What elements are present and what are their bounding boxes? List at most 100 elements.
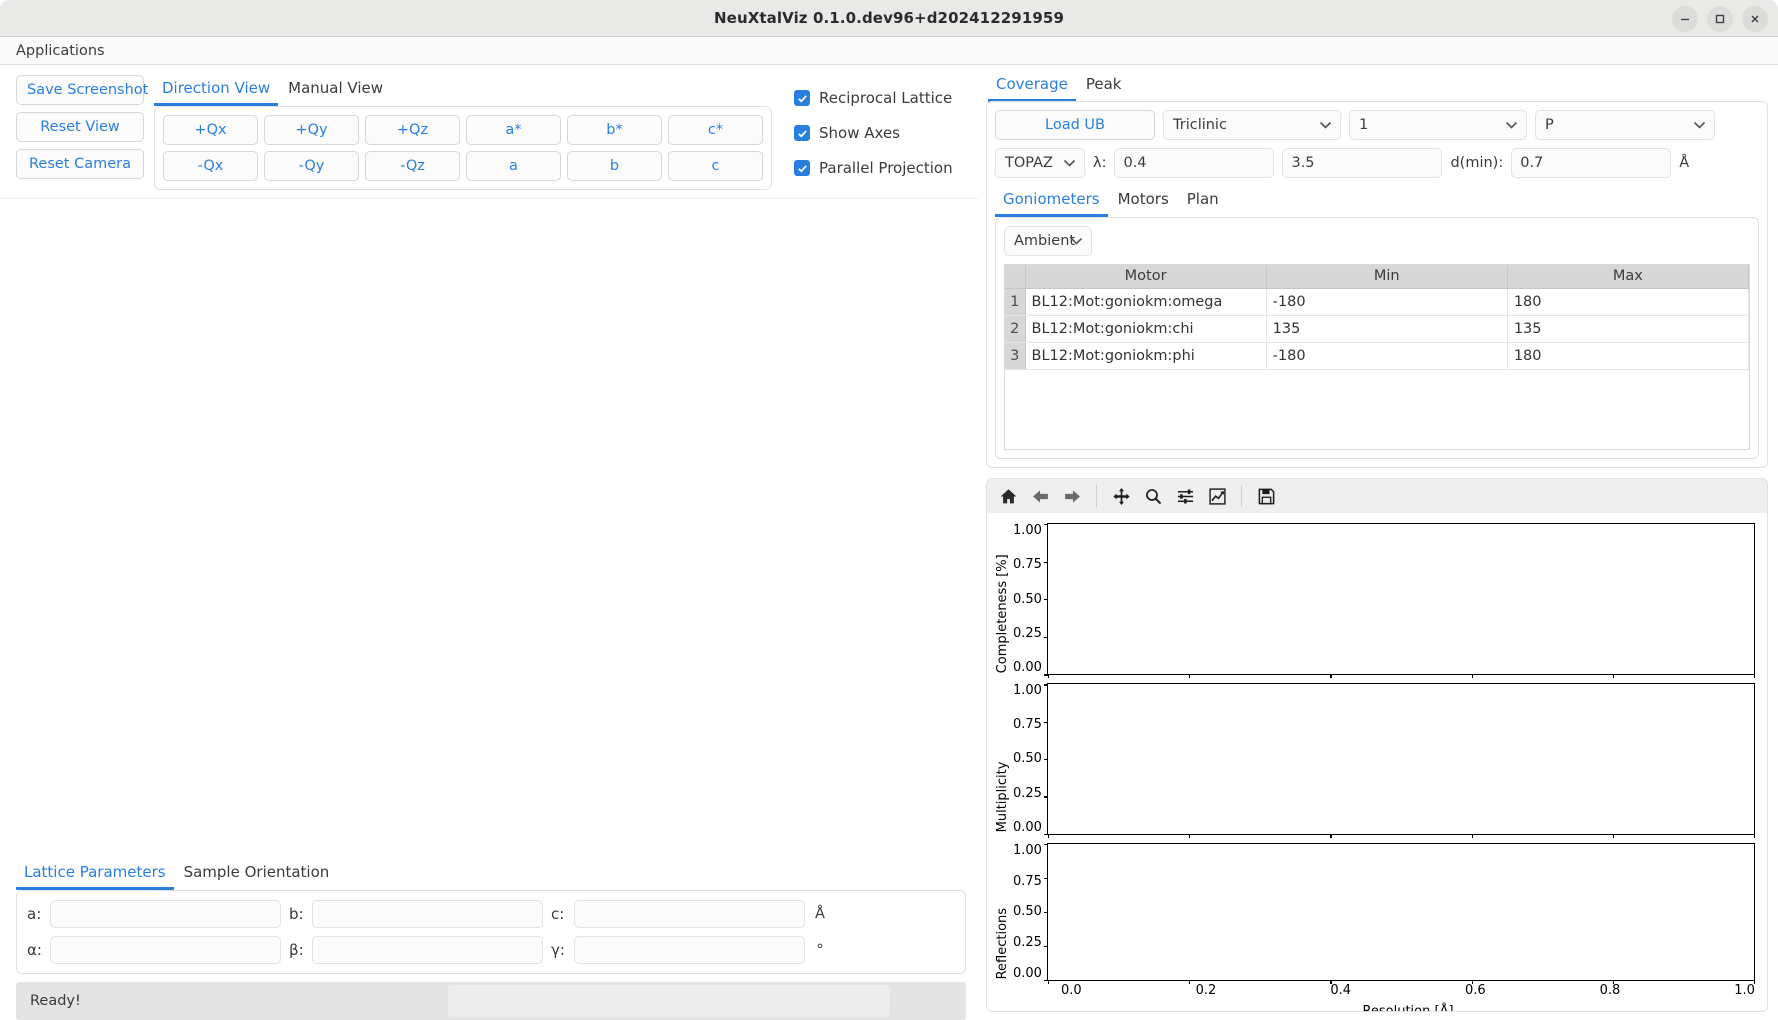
pan-move-icon[interactable] xyxy=(1106,482,1136,510)
cell-max[interactable]: 135 xyxy=(1507,315,1748,342)
lattice-input-b[interactable] xyxy=(312,900,543,928)
dir-button-minus-qx[interactable]: -Qx xyxy=(163,151,258,181)
coverage-panel: Load UB Triclinic 1 P xyxy=(986,101,1768,468)
lattice-tabbar: Lattice Parameters Sample Orientation xyxy=(16,859,966,890)
crystal-system-select[interactable]: Triclinic xyxy=(1163,110,1341,140)
dir-button-minus-qy[interactable]: -Qy xyxy=(264,151,359,181)
xtick: 1.0 xyxy=(1734,983,1755,998)
reset-view-button[interactable]: Reset View xyxy=(16,112,144,142)
forward-arrow-icon[interactable] xyxy=(1057,482,1087,510)
cell-max[interactable]: 180 xyxy=(1507,342,1748,369)
goniometer-table[interactable]: Motor Min Max 1 BL12:Mot:goniokm:omega -… xyxy=(1004,264,1750,450)
minimize-button[interactable] xyxy=(1672,6,1698,32)
environment-select[interactable]: Ambient xyxy=(1004,226,1092,256)
menu-item-applications[interactable]: Applications xyxy=(12,41,109,61)
xtick-mark xyxy=(1330,674,1331,678)
home-icon[interactable] xyxy=(993,482,1023,510)
dir-button-plus-qz[interactable]: +Qz xyxy=(365,115,460,145)
lattice-input-c[interactable] xyxy=(574,900,805,928)
close-button[interactable] xyxy=(1742,6,1768,32)
dir-button-c[interactable]: c xyxy=(668,151,763,181)
coverage-figure[interactable]: Completeness [%] 1.00 0.75 0.50 0.25 0.0… xyxy=(987,513,1767,1011)
maximize-button[interactable] xyxy=(1707,6,1733,32)
cell-max[interactable]: 180 xyxy=(1507,288,1748,315)
back-arrow-icon[interactable] xyxy=(1025,482,1055,510)
axes-reflections[interactable] xyxy=(1047,843,1755,981)
cell-motor[interactable]: BL12:Mot:goniokm:phi xyxy=(1025,342,1266,369)
lattice-section: Lattice Parameters Sample Orientation a:… xyxy=(0,859,978,1020)
setting-select[interactable]: 1 xyxy=(1349,110,1527,140)
save-screenshot-button[interactable]: Save Screenshot xyxy=(16,75,144,105)
axis-label-resolution: Resolution [Å] xyxy=(1061,1004,1755,1012)
tab-goniometers[interactable]: Goniometers xyxy=(995,186,1108,217)
lattice-input-alpha[interactable] xyxy=(50,936,281,964)
ytick-labels-completeness: 1.00 0.75 0.50 0.25 0.00 xyxy=(1010,523,1047,675)
centering-select[interactable]: P xyxy=(1535,110,1715,140)
cell-min[interactable]: -180 xyxy=(1266,288,1507,315)
lattice-input-beta[interactable] xyxy=(312,936,543,964)
table-row[interactable]: 2 BL12:Mot:goniokm:chi 135 135 xyxy=(1005,315,1749,342)
table-header-motor[interactable]: Motor xyxy=(1025,265,1266,288)
dmin-input[interactable] xyxy=(1511,148,1671,178)
lattice-label-c: c: xyxy=(551,905,567,923)
tab-plan[interactable]: Plan xyxy=(1179,186,1227,217)
toolbar-separator xyxy=(1241,485,1242,507)
checkmark-icon[interactable] xyxy=(794,90,810,106)
dir-button-a[interactable]: a xyxy=(466,151,561,181)
xtick-mark xyxy=(1189,674,1190,678)
checkbox-row-reciprocal-lattice[interactable]: Reciprocal Lattice xyxy=(794,89,953,107)
checkmark-icon[interactable] xyxy=(794,125,810,141)
tab-manual-view[interactable]: Manual View xyxy=(280,75,391,106)
tab-lattice-parameters[interactable]: Lattice Parameters xyxy=(16,859,174,890)
zoom-magnifier-icon[interactable] xyxy=(1138,482,1168,510)
xtick-mark xyxy=(1613,834,1614,838)
checkmark-icon[interactable] xyxy=(794,160,810,176)
axes-completeness[interactable] xyxy=(1047,523,1755,675)
tab-motors[interactable]: Motors xyxy=(1110,186,1177,217)
lattice-input-gamma[interactable] xyxy=(574,936,805,964)
tab-sample-orientation[interactable]: Sample Orientation xyxy=(176,859,338,890)
table-header-max[interactable]: Max xyxy=(1507,265,1748,288)
xtick: 0.0 xyxy=(1061,983,1082,998)
dmin-unit-angstrom: Å xyxy=(1679,155,1689,171)
main-container: Save Screenshot Reset View Reset Camera … xyxy=(0,65,1778,1020)
table-row[interactable]: 1 BL12:Mot:goniokm:omega -180 180 xyxy=(1005,288,1749,315)
dir-button-b[interactable]: b xyxy=(567,151,662,181)
checkbox-label-show-axes: Show Axes xyxy=(819,124,900,142)
reset-camera-button[interactable]: Reset Camera xyxy=(16,149,144,179)
ytick-mark xyxy=(1044,637,1048,638)
cell-min[interactable]: -180 xyxy=(1266,342,1507,369)
cell-min[interactable]: 135 xyxy=(1266,315,1507,342)
table-header-min[interactable]: Min xyxy=(1266,265,1507,288)
lattice-field-gamma: γ: xyxy=(551,936,805,964)
checkbox-row-show-axes[interactable]: Show Axes xyxy=(794,124,953,142)
edit-axis-curve-icon[interactable] xyxy=(1202,482,1232,510)
lambda-min-input[interactable] xyxy=(1114,148,1274,178)
dir-button-b-star[interactable]: b* xyxy=(567,115,662,145)
cell-motor[interactable]: BL12:Mot:goniokm:omega xyxy=(1025,288,1266,315)
dir-button-minus-qz[interactable]: -Qz xyxy=(365,151,460,181)
dir-button-plus-qx[interactable]: +Qx xyxy=(163,115,258,145)
setting-value: 1 xyxy=(1359,117,1368,133)
lambda-max-input[interactable] xyxy=(1282,148,1442,178)
xtick: 0.4 xyxy=(1330,983,1351,998)
axes-multiplicity[interactable] xyxy=(1047,683,1755,834)
tab-direction-view[interactable]: Direction View xyxy=(154,75,278,106)
lattice-input-a[interactable] xyxy=(50,900,281,928)
dir-button-plus-qy[interactable]: +Qy xyxy=(264,115,359,145)
save-floppy-icon[interactable] xyxy=(1251,482,1281,510)
dir-button-c-star[interactable]: c* xyxy=(668,115,763,145)
dir-button-a-star[interactable]: a* xyxy=(466,115,561,145)
window-title: NeuXtalViz 0.1.0.dev96+d202412291959 xyxy=(714,9,1064,27)
3d-viewport[interactable] xyxy=(0,198,978,859)
table-row[interactable]: 3 BL12:Mot:goniokm:phi -180 180 xyxy=(1005,342,1749,369)
tab-coverage[interactable]: Coverage xyxy=(988,71,1076,102)
load-ub-button[interactable]: Load UB xyxy=(995,110,1155,140)
tab-peak[interactable]: Peak xyxy=(1078,71,1130,102)
instrument-select[interactable]: TOPAZ xyxy=(995,148,1085,178)
cell-motor[interactable]: BL12:Mot:goniokm:chi xyxy=(1025,315,1266,342)
xtick: 0.8 xyxy=(1600,983,1621,998)
configure-subplots-sliders-icon[interactable] xyxy=(1170,482,1200,510)
ytick: 0.75 xyxy=(1013,717,1042,732)
checkbox-row-parallel-projection[interactable]: Parallel Projection xyxy=(794,159,953,177)
